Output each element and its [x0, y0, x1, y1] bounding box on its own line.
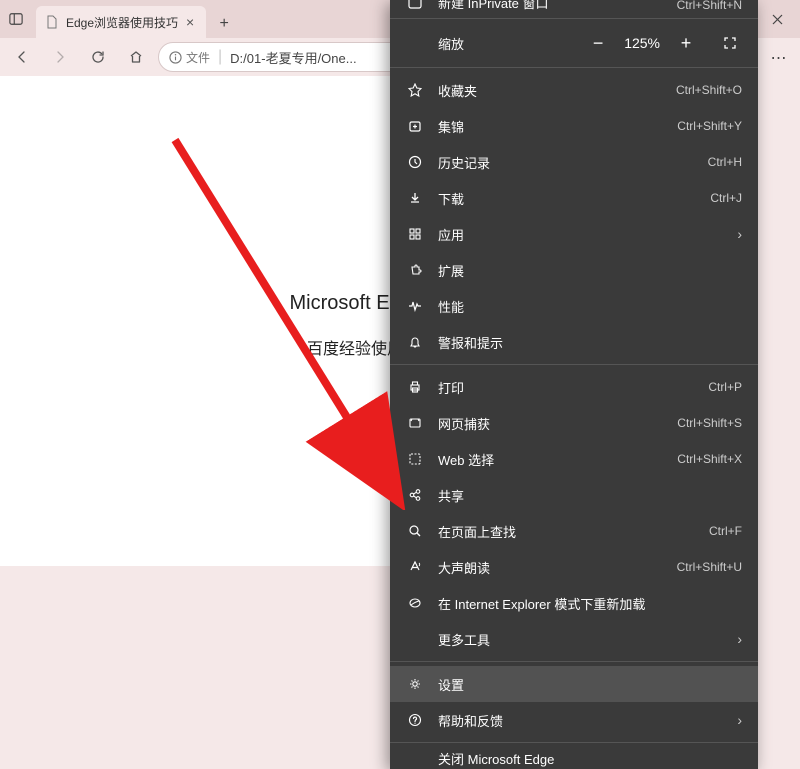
menu-item-closeedge[interactable]: 关闭 Microsoft Edge — [390, 747, 758, 769]
tab-strip: Edge浏览器使用技巧 × + — [36, 0, 238, 38]
refresh-button[interactable] — [82, 41, 114, 73]
bell-icon — [406, 333, 424, 351]
inprivate-icon — [406, 0, 424, 12]
tab-close-icon[interactable]: × — [184, 14, 196, 30]
more-options-button[interactable]: ⋯ — [763, 42, 795, 74]
close-window-button[interactable] — [754, 0, 800, 38]
zoom-value: 125% — [624, 35, 660, 51]
menu-item-help[interactable]: 帮助和反馈 › — [390, 702, 758, 738]
document-icon — [46, 15, 60, 29]
menu-item-zoom: 缩放 − 125% + — [390, 23, 758, 63]
menu-item-alerts[interactable]: 警报和提示 — [390, 324, 758, 360]
download-icon — [406, 189, 424, 207]
fullscreen-button[interactable] — [718, 31, 742, 55]
chevron-right-icon: › — [737, 226, 742, 242]
info-icon[interactable]: 文件 — [169, 49, 210, 66]
back-button[interactable] — [6, 41, 38, 73]
right-sidebar: ⋯ — [758, 38, 800, 566]
menu-item-favorites[interactable]: 收藏夹 Ctrl+Shift+O — [390, 72, 758, 108]
readaloud-icon — [406, 558, 424, 576]
chevron-right-icon: › — [737, 712, 742, 728]
menu-item-extensions[interactable]: 扩展 — [390, 252, 758, 288]
capture-icon — [406, 414, 424, 432]
file-label: 文件 — [186, 49, 210, 66]
apps-icon — [406, 225, 424, 243]
menu-item-downloads[interactable]: 下载 Ctrl+J — [390, 180, 758, 216]
menu-item-collections[interactable]: 集锦 Ctrl+Shift+Y — [390, 108, 758, 144]
main-menu: 新建 InPrivate 窗口 Ctrl+Shift+N 缩放 − 125% +… — [390, 0, 758, 769]
forward-button[interactable] — [44, 41, 76, 73]
menu-item-apps[interactable]: 应用 › — [390, 216, 758, 252]
tab-title: Edge浏览器使用技巧 — [66, 14, 178, 31]
menu-item-settings[interactable]: 设置 — [390, 666, 758, 702]
history-icon — [406, 153, 424, 171]
new-tab-button[interactable]: + — [210, 10, 238, 38]
menu-item-iemode[interactable]: 在 Internet Explorer 模式下重新加载 — [390, 585, 758, 621]
search-icon — [406, 522, 424, 540]
menu-item-share[interactable]: 共享 — [390, 477, 758, 513]
collections-icon — [406, 117, 424, 135]
share-icon — [406, 486, 424, 504]
sidebar-toggle-icon[interactable] — [0, 0, 32, 38]
menu-item-performance[interactable]: 性能 — [390, 288, 758, 324]
menu-item-capture[interactable]: 网页捕获 Ctrl+Shift+S — [390, 405, 758, 441]
menu-item-moretools[interactable]: 更多工具 › — [390, 621, 758, 657]
chevron-right-icon: › — [737, 631, 742, 647]
menu-item-print[interactable]: 打印 Ctrl+P — [390, 369, 758, 405]
star-icon — [406, 81, 424, 99]
menu-item-webselect[interactable]: Web 选择 Ctrl+Shift+X — [390, 441, 758, 477]
zoom-in-button[interactable]: + — [674, 31, 698, 55]
ie-icon — [406, 594, 424, 612]
help-icon — [406, 711, 424, 729]
zoom-out-button[interactable]: − — [586, 31, 610, 55]
menu-item-readaloud[interactable]: 大声朗读 Ctrl+Shift+U — [390, 549, 758, 585]
menu-item-new-inprivate[interactable]: 新建 InPrivate 窗口 Ctrl+Shift+N — [390, 0, 758, 14]
menu-item-find[interactable]: 在页面上查找 Ctrl+F — [390, 513, 758, 549]
url-text: D:/01-老夏专用/One... — [230, 48, 356, 67]
webselect-icon — [406, 450, 424, 468]
menu-item-history[interactable]: 历史记录 Ctrl+H — [390, 144, 758, 180]
pulse-icon — [406, 297, 424, 315]
extensions-icon — [406, 261, 424, 279]
print-icon — [406, 378, 424, 396]
gear-icon — [406, 675, 424, 693]
home-button[interactable] — [120, 41, 152, 73]
tab-active[interactable]: Edge浏览器使用技巧 × — [36, 6, 206, 38]
